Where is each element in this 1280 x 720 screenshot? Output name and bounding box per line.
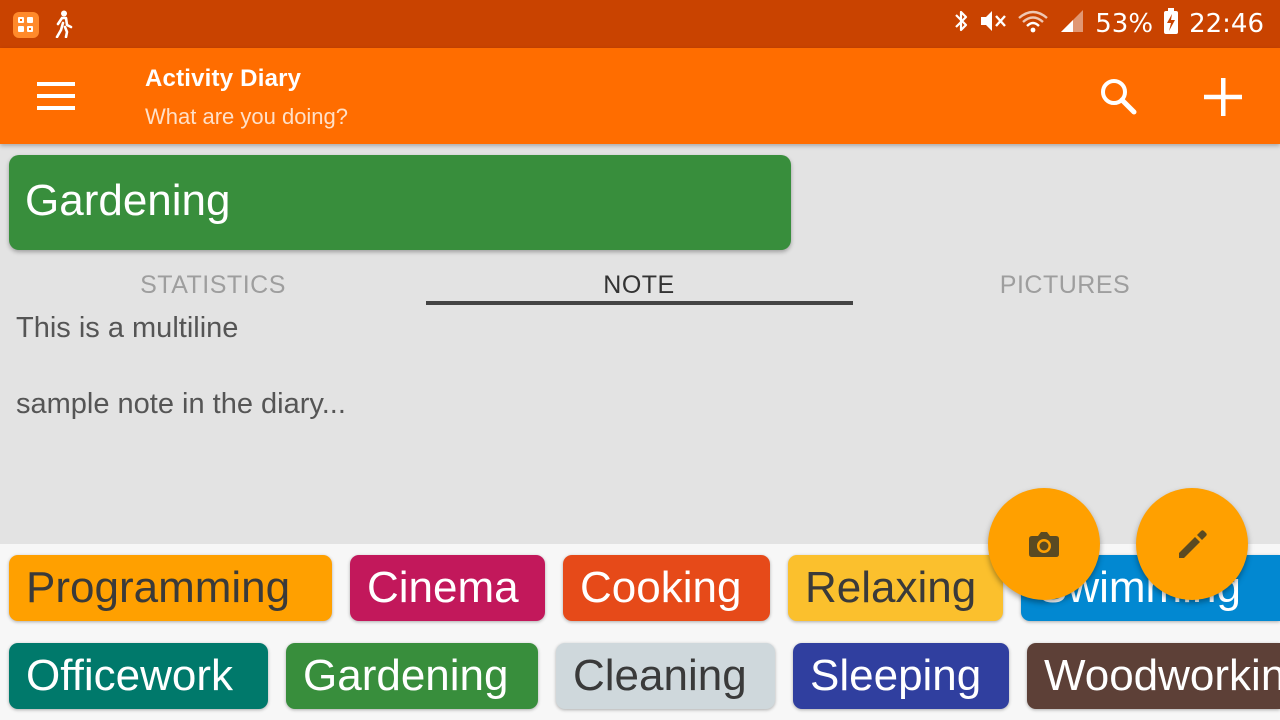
- app-subtitle: What are you doing?: [145, 104, 349, 129]
- note-line: This is a multiline: [16, 312, 239, 344]
- activity-chip-cleaning[interactable]: Cleaning: [556, 643, 775, 709]
- activity-chip-gardening[interactable]: Gardening: [286, 643, 538, 709]
- status-icons: 53% 22:46: [953, 0, 1264, 48]
- activity-chip-officework[interactable]: Officework: [9, 643, 268, 709]
- add-icon: [1196, 78, 1250, 128]
- activity-chip-programming[interactable]: Programming: [9, 555, 332, 621]
- activity-chip-label: Officework: [26, 651, 234, 700]
- status-bar: 53% 22:46: [0, 0, 1280, 48]
- activity-chip-label: Relaxing: [805, 563, 977, 612]
- activity-chip-cooking[interactable]: Cooking: [563, 555, 770, 621]
- tab-indicator: [426, 301, 853, 305]
- activity-chip-label: Sleeping: [810, 651, 982, 700]
- app-launcher-icon: [12, 11, 40, 43]
- tab-pictures[interactable]: PICTURES: [852, 262, 1278, 308]
- app-bar: Activity Diary What are you doing?: [0, 48, 1280, 144]
- activity-chip-label: Cinema: [367, 563, 519, 612]
- menu-button[interactable]: [22, 70, 90, 122]
- battery-text: 53%: [1095, 9, 1154, 39]
- signal-icon: [1059, 8, 1085, 41]
- search-icon: [1094, 79, 1144, 126]
- bluetooth-icon: [953, 8, 969, 41]
- current-activity-card[interactable]: Gardening: [9, 155, 791, 250]
- activity-chip-relaxing[interactable]: Relaxing: [788, 555, 1003, 621]
- note-line: sample note in the diary...: [16, 388, 346, 420]
- add-activity-button[interactable]: [1196, 70, 1250, 124]
- walking-icon: [52, 10, 74, 42]
- tab-statistics[interactable]: STATISTICS: [0, 262, 426, 308]
- activity-chip-label: Cleaning: [573, 651, 747, 700]
- wifi-icon: [1017, 8, 1049, 41]
- clock: 22:46: [1189, 9, 1264, 39]
- app-title: Activity Diary: [145, 65, 302, 92]
- menu-icon: [22, 82, 90, 126]
- activity-chip-label: Programming: [26, 563, 291, 612]
- activity-chip-cinema[interactable]: Cinema: [350, 555, 545, 621]
- screen: 53% 22:46 Activity Diary What are you do…: [0, 0, 1280, 720]
- activity-chip-label: Woodworking: [1044, 651, 1280, 700]
- activity-chip-label: Cooking: [580, 563, 742, 612]
- battery-charging-icon: [1163, 7, 1179, 42]
- activity-chip-woodworking[interactable]: Woodworking: [1027, 643, 1280, 709]
- mute-icon: [979, 8, 1007, 41]
- search-button[interactable]: [1094, 72, 1144, 122]
- activity-chip-sleeping[interactable]: Sleeping: [793, 643, 1009, 709]
- activity-chip-label: Gardening: [303, 651, 509, 700]
- current-activity-label: Gardening: [25, 176, 231, 225]
- edit-note-button[interactable]: [1136, 488, 1248, 600]
- add-picture-button[interactable]: [988, 488, 1100, 600]
